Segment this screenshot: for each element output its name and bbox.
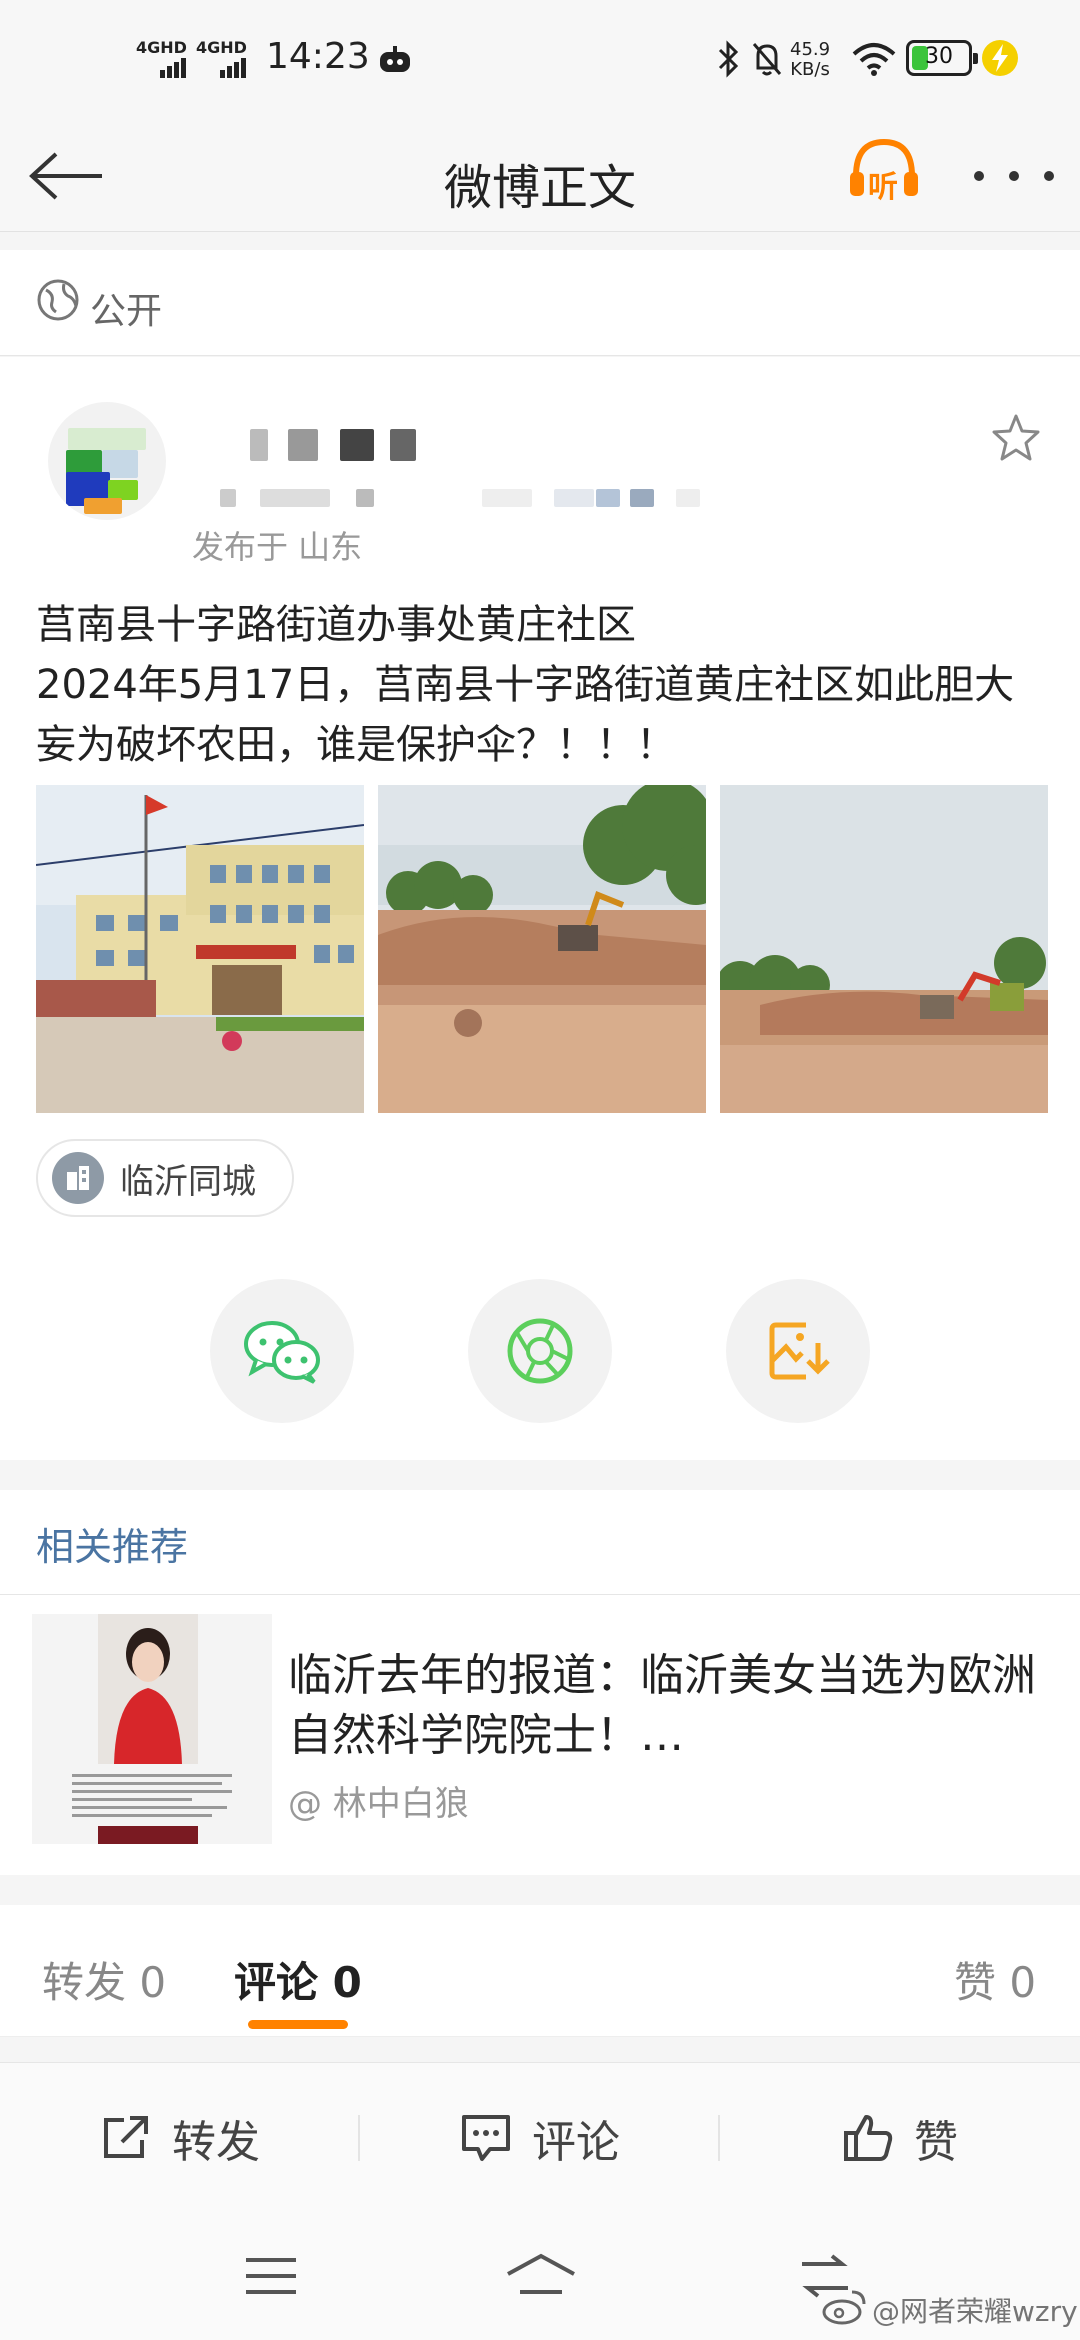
post-time-redacted <box>220 489 720 511</box>
wifi-icon <box>852 42 896 76</box>
engagement-tabs: 转发 0 评论 0 赞 0 <box>0 1905 1080 2037</box>
charging-icon <box>980 38 1020 78</box>
post-text-line-2: 2024年5月17日，莒南县十字路街道黄庄社区如此胆大妄为破坏农田，谁是保护伞？… <box>36 662 1015 768</box>
bluetooth-icon <box>716 40 740 78</box>
listen-button[interactable]: 听 <box>846 132 922 208</box>
tab-comment[interactable]: 评论 0 <box>234 1949 362 2010</box>
watermark: @网者荣耀wzry <box>872 2295 1078 2328</box>
repost-button[interactable]: 转发 <box>0 2063 360 2213</box>
related-title: 相关推荐 <box>36 1525 189 1569</box>
related-author[interactable]: @ 林中白狼 <box>288 1776 469 1825</box>
visibility-row: 公开 <box>0 250 1080 356</box>
network-speed: 45.9 KB/s <box>790 39 831 80</box>
topic-tag[interactable]: 临沂同城 <box>36 1139 294 1217</box>
divider <box>0 1594 1080 1595</box>
related-article-title[interactable]: 临沂去年的报道：临沂美女当选为欧洲自然科学院院士！… <box>288 1646 1048 1766</box>
more-options-icon[interactable] <box>974 156 1054 196</box>
post-location: 发布于 山东 <box>192 528 363 566</box>
status-bar: 4GHD 4GHD 14:23 45.9 KB/s 30 <box>0 0 1080 120</box>
username-redacted[interactable] <box>200 423 440 463</box>
related-section: 相关推荐 临沂去年的报道：临沂美女当选为欧洲自然科学院院士！… @ 林中白狼 <box>0 1490 1080 1875</box>
related-thumbnail[interactable] <box>32 1614 272 1844</box>
comment-button[interactable]: 评论 <box>360 2063 720 2213</box>
share-wechat-button[interactable] <box>210 1279 354 1423</box>
action-bar: 转发 评论 赞 <box>0 2062 1080 2212</box>
post-image-2[interactable] <box>378 785 706 1113</box>
city-building-icon <box>52 1152 104 1204</box>
active-tab-indicator <box>248 2020 348 2029</box>
home-icon[interactable] <box>506 2252 576 2296</box>
game-controller-icon <box>378 44 412 74</box>
save-image-icon <box>769 1322 830 1380</box>
repost-icon <box>104 2116 148 2158</box>
menu-icon[interactable] <box>246 2256 296 2296</box>
visibility-label: 公开 <box>90 291 163 332</box>
tab-repost[interactable]: 转发 0 <box>42 1949 166 2010</box>
favorite-star-icon[interactable] <box>990 413 1042 463</box>
navigation-bar: 微博正文 听 <box>0 120 1080 232</box>
comment-icon <box>462 2115 510 2161</box>
signal-1-icon: 4GHD <box>136 38 190 78</box>
thumbs-up-icon <box>844 2115 893 2161</box>
post-text: 莒南县十字路街道办事处黄庄社区 2024年5月17日，莒南县十字路街道黄庄社区如… <box>36 595 1046 775</box>
post-image-1[interactable] <box>36 785 364 1113</box>
avatar[interactable] <box>48 402 166 520</box>
weibo-logo-icon <box>820 2286 868 2326</box>
post-card: 发布于 山东 莒南县十字路街道办事处黄庄社区 2024年5月17日，莒南县十字路… <box>0 357 1080 1460</box>
post-text-line-1: 莒南县十字路街道办事处黄庄社区 <box>36 602 636 648</box>
wechat-icon <box>244 1321 320 1384</box>
clock: 14:23 <box>266 36 370 77</box>
share-moments-button[interactable] <box>468 1279 612 1423</box>
tab-like[interactable]: 赞 0 <box>954 1949 1036 2010</box>
like-button[interactable]: 赞 <box>720 2063 1080 2213</box>
globe-icon <box>36 278 80 322</box>
battery-indicator: 30 <box>906 40 978 76</box>
post-image-3[interactable] <box>720 785 1048 1113</box>
mute-bell-icon <box>750 40 784 78</box>
topic-tag-label: 临沂同城 <box>120 1161 256 1202</box>
signal-2-icon: 4GHD <box>196 38 250 78</box>
save-image-button[interactable] <box>726 1279 870 1423</box>
moments-aperture-icon <box>507 1318 573 1384</box>
listen-label: 听 <box>868 170 898 205</box>
